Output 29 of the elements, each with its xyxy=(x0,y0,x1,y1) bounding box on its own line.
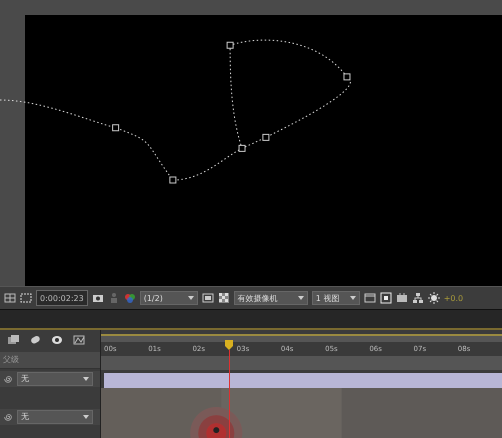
graph-icon[interactable] xyxy=(72,334,86,346)
caret-icon xyxy=(83,414,89,419)
layers-icon[interactable] xyxy=(6,334,20,346)
caret-icon xyxy=(188,296,194,300)
caret-icon xyxy=(350,296,356,300)
region-icon[interactable] xyxy=(20,292,32,304)
camera-dropdown[interactable]: 有效摄像机 xyxy=(234,291,308,306)
camera-icon[interactable] xyxy=(92,292,104,304)
work-area-bar[interactable] xyxy=(101,334,502,342)
eye-icon[interactable] xyxy=(50,334,64,346)
layer-bar[interactable] xyxy=(104,372,502,388)
resolution-dropdown[interactable]: (1/2) xyxy=(140,291,198,306)
playhead-handle[interactable] xyxy=(224,340,234,350)
parent-dropdown[interactable]: 无 xyxy=(17,410,93,424)
exposure-value[interactable]: +0.0 xyxy=(444,294,464,303)
caret-icon xyxy=(83,376,89,381)
checkerboard-icon[interactable] xyxy=(218,292,230,304)
parent-column-label: 父级 xyxy=(3,354,19,366)
color-channels-icon[interactable] xyxy=(124,292,136,304)
hierarchy-icon[interactable] xyxy=(412,292,424,304)
exposure-icon[interactable] xyxy=(428,292,440,304)
grid-icon[interactable] xyxy=(4,292,16,304)
caret-icon xyxy=(298,296,304,300)
monitor-icon[interactable] xyxy=(202,292,214,304)
frame-icon[interactable] xyxy=(380,292,392,304)
timecode-field[interactable]: 0:00:02:23 xyxy=(36,290,88,306)
views-dropdown[interactable]: 1 视图 xyxy=(312,291,360,306)
parent-dropdown[interactable]: 无 xyxy=(17,372,93,386)
window-icon[interactable] xyxy=(364,292,376,304)
